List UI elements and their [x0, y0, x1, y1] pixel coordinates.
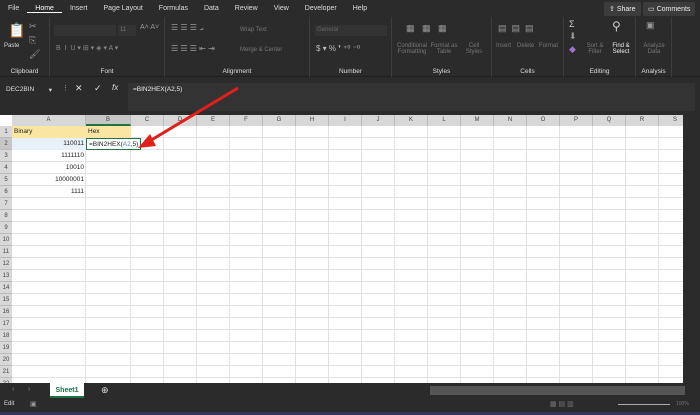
sheet-nav-next-icon[interactable]: ›: [28, 386, 30, 393]
zoom-slider[interactable]: [618, 404, 670, 405]
zoom-level: 100%: [676, 401, 689, 407]
view-icons[interactable]: ▦ ▤ ▥: [550, 400, 574, 408]
add-sheet-icon[interactable]: ⊕: [101, 385, 109, 396]
red-arrow: [138, 86, 239, 148]
horizontal-scrollbar[interactable]: [430, 386, 685, 395]
accessibility-icon: ▣: [30, 401, 37, 408]
sheet-tab-sheet1[interactable]: Sheet1: [50, 383, 84, 398]
sheet-nav-prev-icon[interactable]: ‹: [12, 386, 14, 393]
status-bar: Edit ▣ ▦ ▤ ▥ 100%: [0, 398, 700, 412]
sheet-tabs-bar: ‹ › Sheet1 ⊕: [0, 383, 700, 398]
status-mode: Edit: [4, 401, 15, 407]
